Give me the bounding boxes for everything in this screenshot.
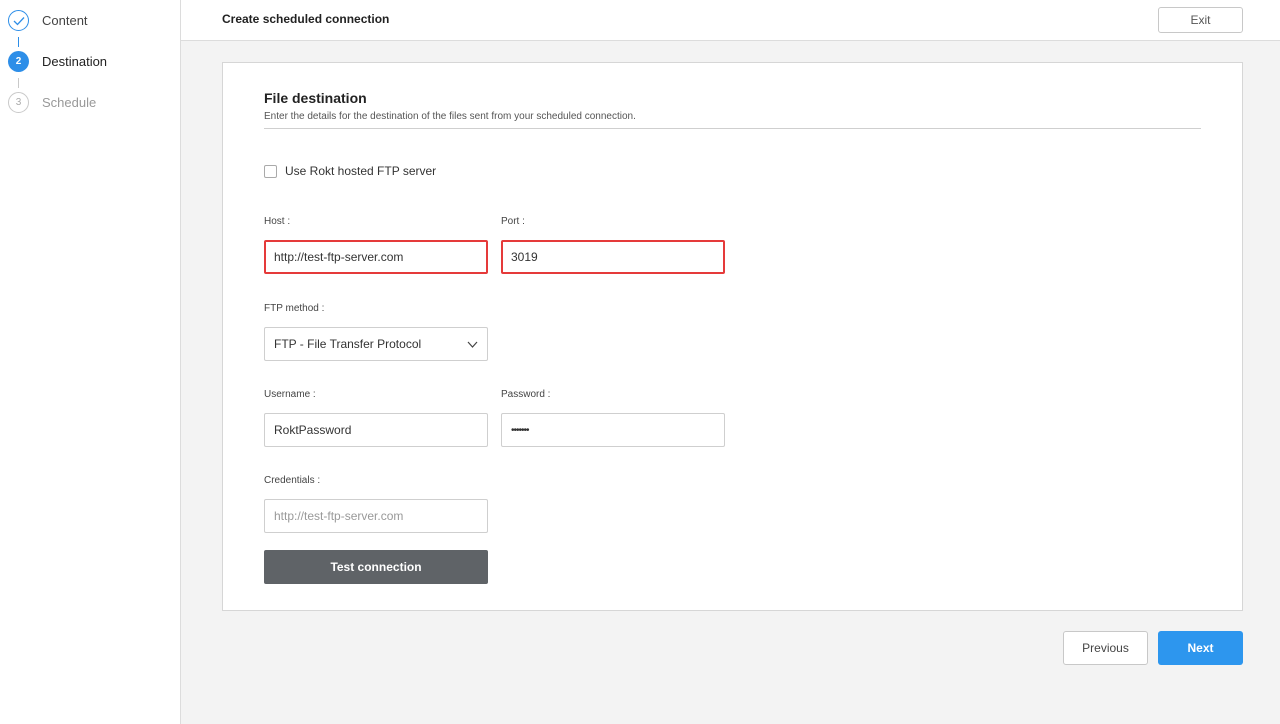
ftp-method-label: FTP method — [264, 303, 324, 314]
username-label: Username — [264, 389, 316, 400]
username-input[interactable]: RoktPassword — [264, 413, 488, 447]
step-connector — [18, 78, 19, 88]
sidebar-step-label: Schedule — [42, 95, 97, 110]
test-connection-button[interactable]: Test connection — [264, 550, 488, 584]
sidebar-step-label: Destination — [42, 54, 108, 69]
sidebar-step-label: Content — [42, 13, 88, 28]
sidebar-step-schedule[interactable]: 3 Schedule — [8, 92, 96, 113]
section-description: Enter the details for the destination of… — [264, 111, 636, 122]
destination-form-card: File destination Enter the details for t… — [222, 62, 1243, 611]
top-bar: Create scheduled connection Exit — [181, 0, 1280, 41]
section-title: File destination — [264, 90, 367, 106]
page-title: Create scheduled connection — [222, 12, 390, 26]
step-number: 3 — [8, 92, 29, 113]
sidebar-step-content[interactable]: Content — [8, 10, 88, 31]
credentials-label: Credentials — [264, 475, 320, 486]
use-hosted-ftp-checkbox[interactable] — [264, 164, 277, 178]
previous-button[interactable]: Previous — [1063, 631, 1148, 665]
chevron-down-icon — [467, 339, 478, 350]
check-icon — [8, 10, 29, 31]
password-label: Password — [501, 389, 550, 400]
use-hosted-ftp-label: Use Rokt hosted FTP server — [285, 164, 437, 178]
password-input[interactable]: ••••••• — [501, 413, 725, 447]
next-button[interactable]: Next — [1158, 631, 1243, 665]
ftp-method-value: FTP - File Transfer Protocol — [274, 337, 422, 351]
sidebar-step-destination[interactable]: 2 Destination — [8, 51, 107, 72]
exit-button[interactable]: Exit — [1158, 7, 1243, 33]
divider — [264, 128, 1201, 129]
port-input[interactable]: 3019 — [501, 240, 725, 274]
ftp-method-select[interactable]: FTP - File Transfer Protocol — [264, 327, 488, 361]
host-label: Host — [264, 216, 290, 227]
host-input[interactable]: http://test-ftp-server.com — [264, 240, 488, 274]
port-label: Port — [501, 216, 525, 227]
use-hosted-ftp-option[interactable]: Use Rokt hosted FTP server — [264, 164, 436, 178]
wizard-sidebar: Content 2 Destination 3 Schedule — [0, 0, 181, 724]
credentials-input[interactable]: http://test-ftp-server.com — [264, 499, 488, 533]
step-connector — [18, 37, 19, 47]
step-number: 2 — [8, 51, 29, 72]
